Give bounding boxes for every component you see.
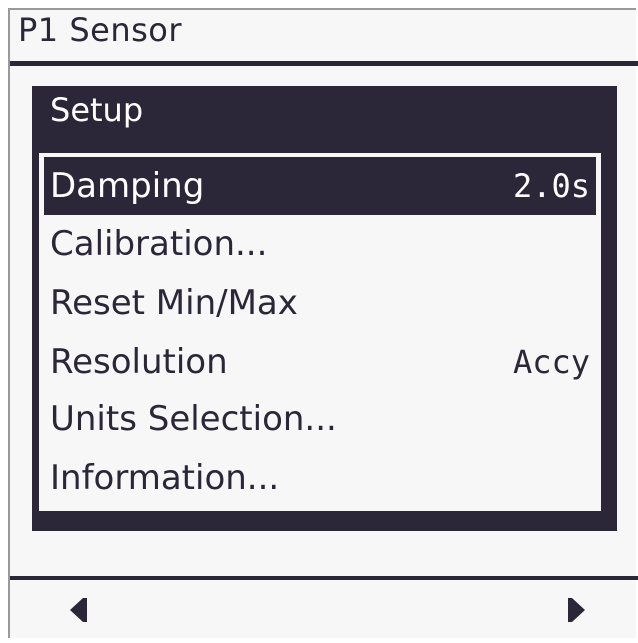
menu-item-label: Calibration...	[50, 224, 268, 264]
menu-item-label: Damping	[50, 166, 205, 206]
footer-divider	[10, 576, 638, 580]
menu-item-label: Resolution	[50, 342, 228, 382]
menu-item-label: Reset Min/Max	[50, 283, 298, 323]
menu-item-value: Accy	[512, 343, 590, 381]
triangle-right-icon[interactable]	[572, 598, 585, 622]
screen-title: P1 Sensor	[18, 11, 183, 49]
setup-title: Setup	[50, 91, 144, 129]
right-arrow-stem	[568, 598, 572, 622]
menu-item-units-selection[interactable]: Units Selection...	[44, 391, 596, 447]
triangle-left-icon[interactable]	[70, 598, 83, 622]
left-arrow-stem	[83, 598, 87, 622]
menu-item-resolution[interactable]: Resolution Accy	[44, 334, 596, 390]
menu-item-label: Units Selection...	[50, 399, 337, 439]
header-divider	[10, 61, 638, 66]
menu-item-information[interactable]: Information...	[44, 450, 596, 506]
menu-item-reset-min-max[interactable]: Reset Min/Max	[44, 275, 596, 331]
menu-item-calibration[interactable]: Calibration...	[44, 216, 596, 272]
menu-item-damping[interactable]: Damping 2.0s	[44, 157, 596, 215]
menu-item-value: 2.0s	[512, 167, 590, 205]
menu-item-label: Information...	[50, 458, 280, 498]
